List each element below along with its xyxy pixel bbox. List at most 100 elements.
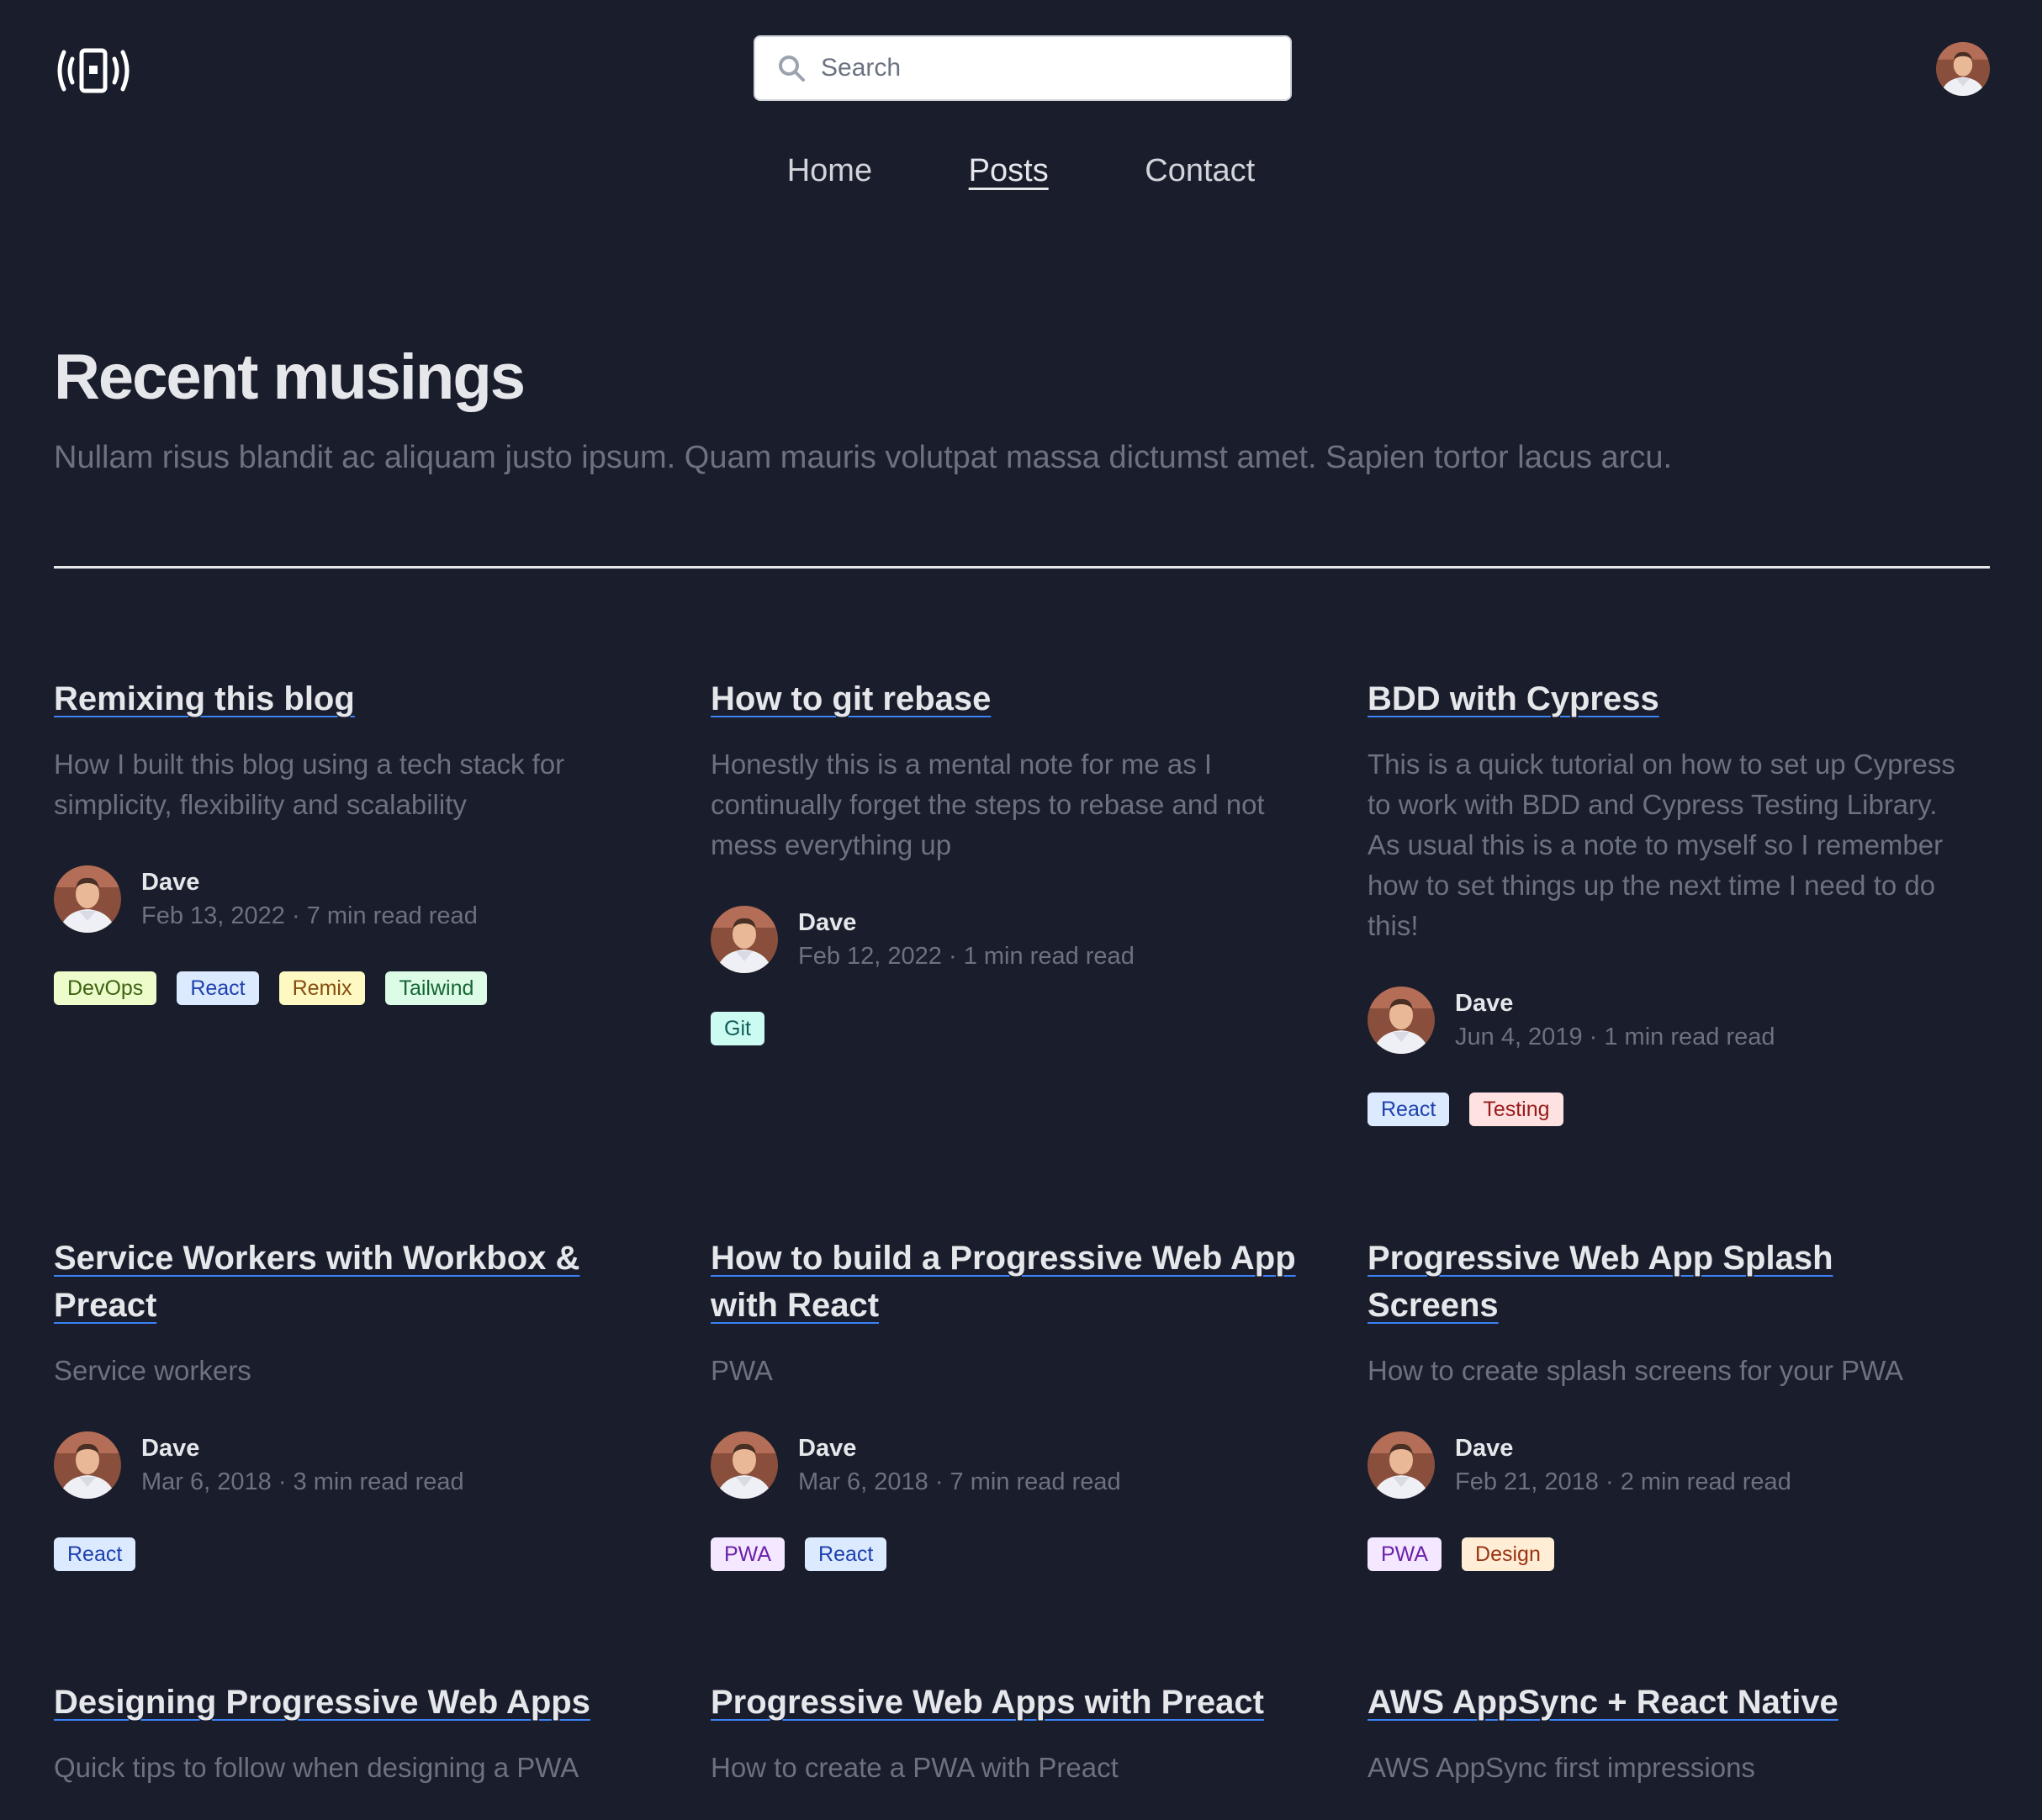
post-date: Feb 12, 2022	[798, 943, 942, 970]
tag-list: PWA React	[711, 1537, 1299, 1571]
post-title-link[interactable]: Progressive Web App Splash Screens	[1368, 1235, 1956, 1329]
post-card: Progressive Web Apps with Preact How to …	[711, 1679, 1299, 1788]
post-meta: Dave Mar 6, 2018 · 3 min read read	[54, 1431, 643, 1499]
tag-list: React Testing	[1368, 1093, 1956, 1126]
post-date-line: Mar 6, 2018 · 3 min read read	[141, 1465, 464, 1499]
tag-design[interactable]: Design	[1462, 1537, 1554, 1571]
post-date: Feb 13, 2022	[141, 902, 285, 929]
tag-list: DevOps React Remix Tailwind	[54, 971, 643, 1005]
tag-tailwind[interactable]: Tailwind	[385, 971, 488, 1005]
author-name: Dave	[1455, 990, 1514, 1017]
post-card: Service Workers with Workbox & Preact Se…	[54, 1235, 643, 1571]
tag-react[interactable]: React	[1368, 1093, 1450, 1126]
search-icon	[779, 56, 805, 82]
author-name: Dave	[141, 1435, 200, 1462]
author-name: Dave	[1455, 1435, 1514, 1462]
post-date: Mar 6, 2018	[798, 1468, 928, 1495]
post-description: This is a quick tutorial on how to set u…	[1368, 749, 1955, 941]
author-avatar	[54, 1431, 121, 1499]
post-card: Remixing this blog How I built this blog…	[54, 675, 643, 1005]
divider	[54, 566, 1990, 569]
read-time: 1 min read read	[963, 943, 1135, 970]
page-title: Recent musings	[54, 341, 526, 413]
author-name: Dave	[798, 1435, 857, 1462]
post-title-link[interactable]: How to build a Progressive Web App with …	[711, 1235, 1299, 1329]
post-card: How to git rebase Honestly this is a men…	[711, 675, 1299, 1045]
meta-separator: ·	[941, 943, 964, 970]
post-description: How to create splash screens for your PW…	[1368, 1355, 1904, 1386]
post-title-link[interactable]: Remixing this blog	[54, 675, 643, 722]
post-description: How I built this blog using a tech stack…	[54, 749, 565, 820]
author-name: Dave	[141, 869, 200, 896]
post-card: BDD with Cypress This is a quick tutoria…	[1368, 675, 1956, 1126]
post-title-link[interactable]: How to git rebase	[711, 675, 1299, 722]
vibrating-phone-icon	[57, 48, 130, 93]
tag-list: PWA Design	[1368, 1537, 1956, 1571]
tag-git[interactable]: Git	[711, 1012, 764, 1045]
post-card: AWS AppSync + React Native AWS AppSync f…	[1368, 1679, 1956, 1788]
post-card: Progressive Web App Splash Screens How t…	[1368, 1235, 1956, 1571]
tag-devops[interactable]: DevOps	[54, 971, 157, 1005]
post-meta: Dave Jun 4, 2019 · 1 min read read	[1368, 987, 1956, 1054]
search-box[interactable]	[754, 35, 1292, 101]
author-avatar	[1368, 987, 1435, 1054]
tag-pwa[interactable]: PWA	[1368, 1537, 1442, 1571]
search-input[interactable]	[821, 54, 1258, 82]
post-title-link[interactable]: BDD with Cypress	[1368, 675, 1956, 722]
author-avatar	[711, 906, 778, 973]
main-nav: Home Posts Contact	[0, 153, 2042, 189]
post-description: AWS AppSync first impressions	[1368, 1752, 1755, 1783]
read-time: 7 min read read	[306, 902, 478, 929]
post-title-link[interactable]: Service Workers with Workbox & Preact	[54, 1235, 643, 1329]
nav-contact[interactable]: Contact	[1145, 153, 1255, 189]
post-meta: Dave Mar 6, 2018 · 7 min read read	[711, 1431, 1299, 1499]
tag-list: React	[54, 1537, 643, 1571]
post-meta: Dave Feb 13, 2022 · 7 min read read	[54, 865, 643, 933]
author-avatar	[54, 865, 121, 933]
meta-separator: ·	[271, 1468, 294, 1495]
tag-react[interactable]: React	[54, 1537, 136, 1571]
post-date: Jun 4, 2019	[1455, 1024, 1583, 1050]
post-date-line: Mar 6, 2018 · 7 min read read	[798, 1465, 1121, 1499]
post-date-line: Jun 4, 2019 · 1 min read read	[1455, 1020, 1775, 1054]
post-description: Quick tips to follow when designing a PW…	[54, 1752, 579, 1783]
post-date-line: Feb 13, 2022 · 7 min read read	[141, 899, 478, 933]
author-avatar	[1368, 1431, 1435, 1499]
tag-list: Git	[711, 1012, 1299, 1045]
tag-testing[interactable]: Testing	[1469, 1093, 1563, 1126]
post-date: Feb 21, 2018	[1455, 1468, 1599, 1495]
read-time: 2 min read read	[1620, 1468, 1791, 1495]
tag-react[interactable]: React	[177, 971, 259, 1005]
post-card: Designing Progressive Web Apps Quick tip…	[54, 1679, 643, 1788]
nav-home[interactable]: Home	[787, 153, 872, 189]
meta-separator: ·	[928, 1468, 950, 1495]
tag-remix[interactable]: Remix	[278, 971, 366, 1005]
post-description: How to create a PWA with Preact	[711, 1752, 1119, 1783]
post-title-link[interactable]: AWS AppSync + React Native	[1368, 1679, 1956, 1726]
post-card: How to build a Progressive Web App with …	[711, 1235, 1299, 1571]
avatar[interactable]	[1936, 42, 1990, 96]
logo[interactable]	[54, 47, 133, 94]
read-time: 3 min read read	[293, 1468, 464, 1495]
post-date-line: Feb 12, 2022 · 1 min read read	[798, 939, 1135, 973]
author-avatar	[711, 1431, 778, 1499]
tag-pwa[interactable]: PWA	[711, 1537, 786, 1571]
read-time: 7 min read read	[950, 1468, 1121, 1495]
post-meta: Dave Feb 12, 2022 · 1 min read read	[711, 906, 1299, 973]
tag-react[interactable]: React	[805, 1537, 887, 1571]
post-date: Mar 6, 2018	[141, 1468, 272, 1495]
author-name: Dave	[798, 909, 857, 936]
meta-separator: ·	[1582, 1024, 1605, 1050]
meta-separator: ·	[1598, 1468, 1621, 1495]
post-title-link[interactable]: Progressive Web Apps with Preact	[711, 1679, 1299, 1726]
post-date-line: Feb 21, 2018 · 2 min read read	[1455, 1465, 1791, 1499]
nav-posts[interactable]: Posts	[969, 153, 1049, 189]
post-description: PWA	[711, 1355, 773, 1386]
post-title-link[interactable]: Designing Progressive Web Apps	[54, 1679, 643, 1726]
post-meta: Dave Feb 21, 2018 · 2 min read read	[1368, 1431, 1956, 1499]
read-time: 1 min read read	[1604, 1024, 1775, 1050]
meta-separator: ·	[284, 902, 307, 929]
page-subtitle: Nullam risus blandit ac aliquam justo ip…	[54, 440, 1673, 475]
user-avatar	[1936, 42, 1990, 96]
post-description: Honestly this is a mental note for me as…	[711, 749, 1265, 860]
